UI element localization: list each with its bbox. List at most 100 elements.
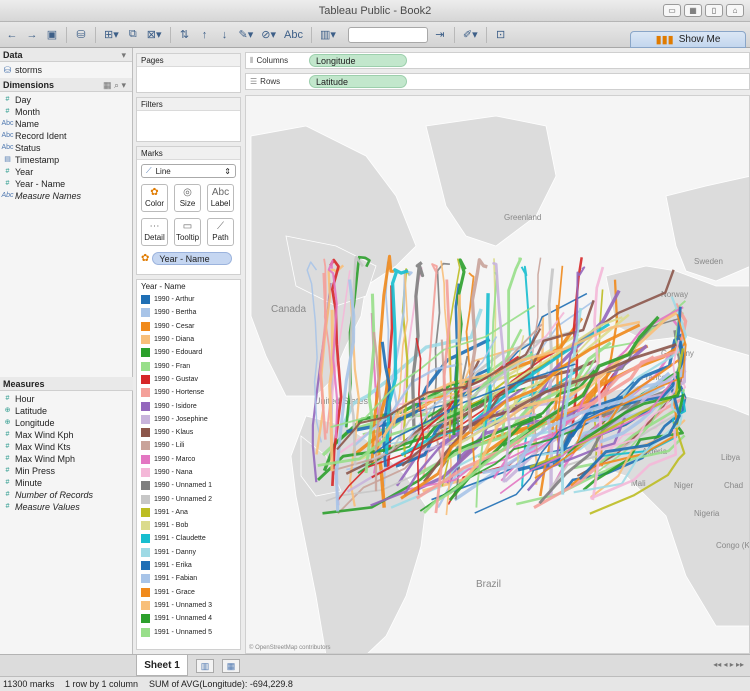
latitude-pill[interactable]: Latitude — [309, 75, 407, 88]
datasource-item[interactable]: ⛁ storms — [0, 62, 132, 78]
annotate-icon[interactable]: ✐▾ — [461, 26, 480, 44]
legend-item[interactable]: 1990 - Unnamed 2 — [137, 492, 240, 505]
datasource-icon: ⛁ — [3, 65, 12, 75]
dimension-field[interactable]: ▤ Timestamp — [0, 154, 132, 166]
measure-field[interactable]: ⊕ Latitude — [0, 405, 133, 417]
legend-item[interactable]: 1990 - Diana — [137, 333, 240, 346]
measure-field[interactable]: # Number of Records — [0, 489, 133, 501]
legend-item[interactable]: 1990 - Lili — [137, 439, 240, 452]
new-dashboard-tab-icon[interactable]: ▦ — [222, 659, 240, 673]
sort-descending-icon[interactable]: ↓ — [217, 26, 233, 44]
device-icon[interactable]: ▯ — [705, 4, 723, 17]
save-icon[interactable]: ▣ — [44, 26, 60, 44]
dimension-field[interactable]: Abc Record Ident — [0, 130, 132, 142]
new-worksheet-tab-icon[interactable]: ▥ — [196, 659, 214, 673]
legend-item[interactable]: 1991 - Bob — [137, 519, 240, 532]
legend-item[interactable]: 1990 - Klaus — [137, 426, 240, 439]
legend-item[interactable]: 1990 - Fran — [137, 359, 240, 372]
legend-item[interactable]: 1991 - Unnamed 5 — [137, 625, 240, 638]
legend-item[interactable]: 1990 - Arthur — [137, 293, 240, 306]
map-canvas[interactable]: Greenland Sweden Norway Canada Germany F… — [246, 96, 750, 654]
measure-field[interactable]: # Measure Values — [0, 501, 133, 513]
legend-swatch — [141, 627, 150, 637]
columns-shelf[interactable]: ⦀ Columns Longitude — [245, 52, 750, 69]
back-icon[interactable]: ← — [4, 26, 20, 44]
pages-card[interactable]: Pages — [136, 53, 241, 93]
chart-options-icon[interactable]: ▥▾ — [318, 26, 338, 44]
legend-item[interactable]: 1991 - Unnamed 4 — [137, 612, 240, 625]
mark-color-button[interactable]: ✿ Color — [141, 184, 168, 212]
pin-icon[interactable]: ⇥ — [432, 26, 448, 44]
legend-item[interactable]: 1990 - Hortense — [137, 386, 240, 399]
legend-item[interactable]: 1991 - Ana — [137, 506, 240, 519]
mark-detail-button[interactable]: ⋯ Detail — [141, 218, 168, 246]
legend-swatch — [141, 574, 150, 584]
legend-item[interactable]: 1991 - Fabian — [137, 572, 240, 585]
measure-field[interactable]: # Max Wind Kph — [0, 429, 133, 441]
clear-sheet-icon[interactable]: ⊠▾ — [145, 26, 164, 44]
mark-size-button[interactable]: ◎ Size — [174, 184, 201, 212]
legend-swatch — [141, 321, 150, 331]
measure-field[interactable]: ⊕ Longitude — [0, 417, 133, 429]
swap-icon[interactable]: ⇅ — [177, 26, 193, 44]
presentation-icon[interactable]: ⊡ — [493, 26, 509, 44]
tab-sheet-1[interactable]: Sheet 1 — [136, 655, 188, 676]
legend-item[interactable]: 1991 - Danny — [137, 546, 240, 559]
color-pill[interactable]: Year - Name — [152, 252, 233, 265]
legend-item[interactable]: 1990 - Cesar — [137, 320, 240, 333]
dimension-field[interactable]: # Month — [0, 106, 132, 118]
new-worksheet-icon[interactable]: ⊞▾ — [102, 26, 121, 44]
label-libya: Libya — [721, 453, 741, 462]
legend-swatch — [141, 561, 150, 571]
rows-shelf[interactable]: ☰ Rows Latitude — [245, 73, 750, 90]
dimension-field[interactable]: # Year - Name — [0, 178, 132, 190]
legend-item[interactable]: 1991 - Claudette — [137, 532, 240, 545]
legend-item[interactable]: 1991 - Erika — [137, 559, 240, 572]
show-me-button[interactable]: ▮▮▮ Show Me — [630, 31, 746, 48]
legend-item[interactable]: 1991 - Unnamed 3 — [137, 599, 240, 612]
legend-item[interactable]: 1990 - Gustav — [137, 373, 240, 386]
duplicate-sheet-icon[interactable]: ⧉ — [125, 26, 141, 44]
mark-tooltip-button[interactable]: ▭ Tooltip — [174, 218, 201, 246]
tab-navigation[interactable]: ◂◂ ◂ ▸ ▸▸ — [713, 660, 744, 669]
datasource-icon[interactable]: ⛁ — [73, 26, 89, 44]
measure-field[interactable]: # Minute — [0, 477, 133, 489]
legend-item[interactable]: 1991 - Grace — [137, 586, 240, 599]
legend-item[interactable]: 1990 - Unnamed 1 — [137, 479, 240, 492]
dimension-field[interactable]: Abc Measure Names — [0, 190, 132, 202]
dimension-field[interactable]: Abc Status — [0, 142, 132, 154]
legend-item[interactable]: 1990 - Nana — [137, 466, 240, 479]
map-view[interactable]: Greenland Sweden Norway Canada Germany F… — [245, 95, 750, 654]
measure-field[interactable]: # Max Wind Mph — [0, 453, 133, 465]
legend-item[interactable]: 1990 - Isidore — [137, 399, 240, 412]
dimension-tools-icon[interactable]: ▦ ⌕ ▾ — [103, 78, 126, 92]
group-icon[interactable]: ⊘▾ — [259, 26, 278, 44]
forward-icon[interactable]: → — [24, 26, 40, 44]
grid-view-icon[interactable]: ▦ — [684, 4, 702, 17]
longitude-pill[interactable]: Longitude — [309, 54, 407, 67]
columns-icon: ⦀ — [250, 55, 254, 65]
fit-dropdown[interactable] — [347, 26, 428, 43]
home-icon[interactable]: ⌂ — [726, 4, 744, 17]
pane-menu-icon[interactable]: ▾ — [121, 48, 126, 62]
mark-path-button[interactable]: ⟋ Path — [207, 218, 234, 246]
measure-field[interactable]: # Min Press — [0, 465, 133, 477]
dimension-field[interactable]: # Year — [0, 166, 132, 178]
legend-item[interactable]: 1990 - Marco — [137, 453, 240, 466]
dimension-field[interactable]: # Day — [0, 94, 132, 106]
legend-item[interactable]: 1990 - Bertha — [137, 306, 240, 319]
filters-card[interactable]: Filters — [136, 97, 241, 142]
legend-swatch — [141, 441, 150, 451]
highlight-icon[interactable]: ✎▾ — [237, 26, 256, 44]
mark-type-dropdown[interactable]: ⟋ Line ⇕ — [141, 164, 236, 178]
measure-field[interactable]: # Max Wind Kts — [0, 441, 133, 453]
measure-field[interactable]: # Hour — [0, 393, 133, 405]
legend-swatch — [141, 401, 150, 411]
sort-ascending-icon[interactable]: ↑ — [197, 26, 213, 44]
present-icon[interactable]: ▭ — [663, 4, 681, 17]
mark-label-button[interactable]: Abc Label — [207, 184, 234, 212]
dimension-field[interactable]: Abc Name — [0, 118, 132, 130]
legend-item[interactable]: 1990 - Edouard — [137, 346, 240, 359]
legend-item[interactable]: 1990 - Josephine — [137, 413, 240, 426]
labels-button[interactable]: Abc — [282, 26, 305, 44]
